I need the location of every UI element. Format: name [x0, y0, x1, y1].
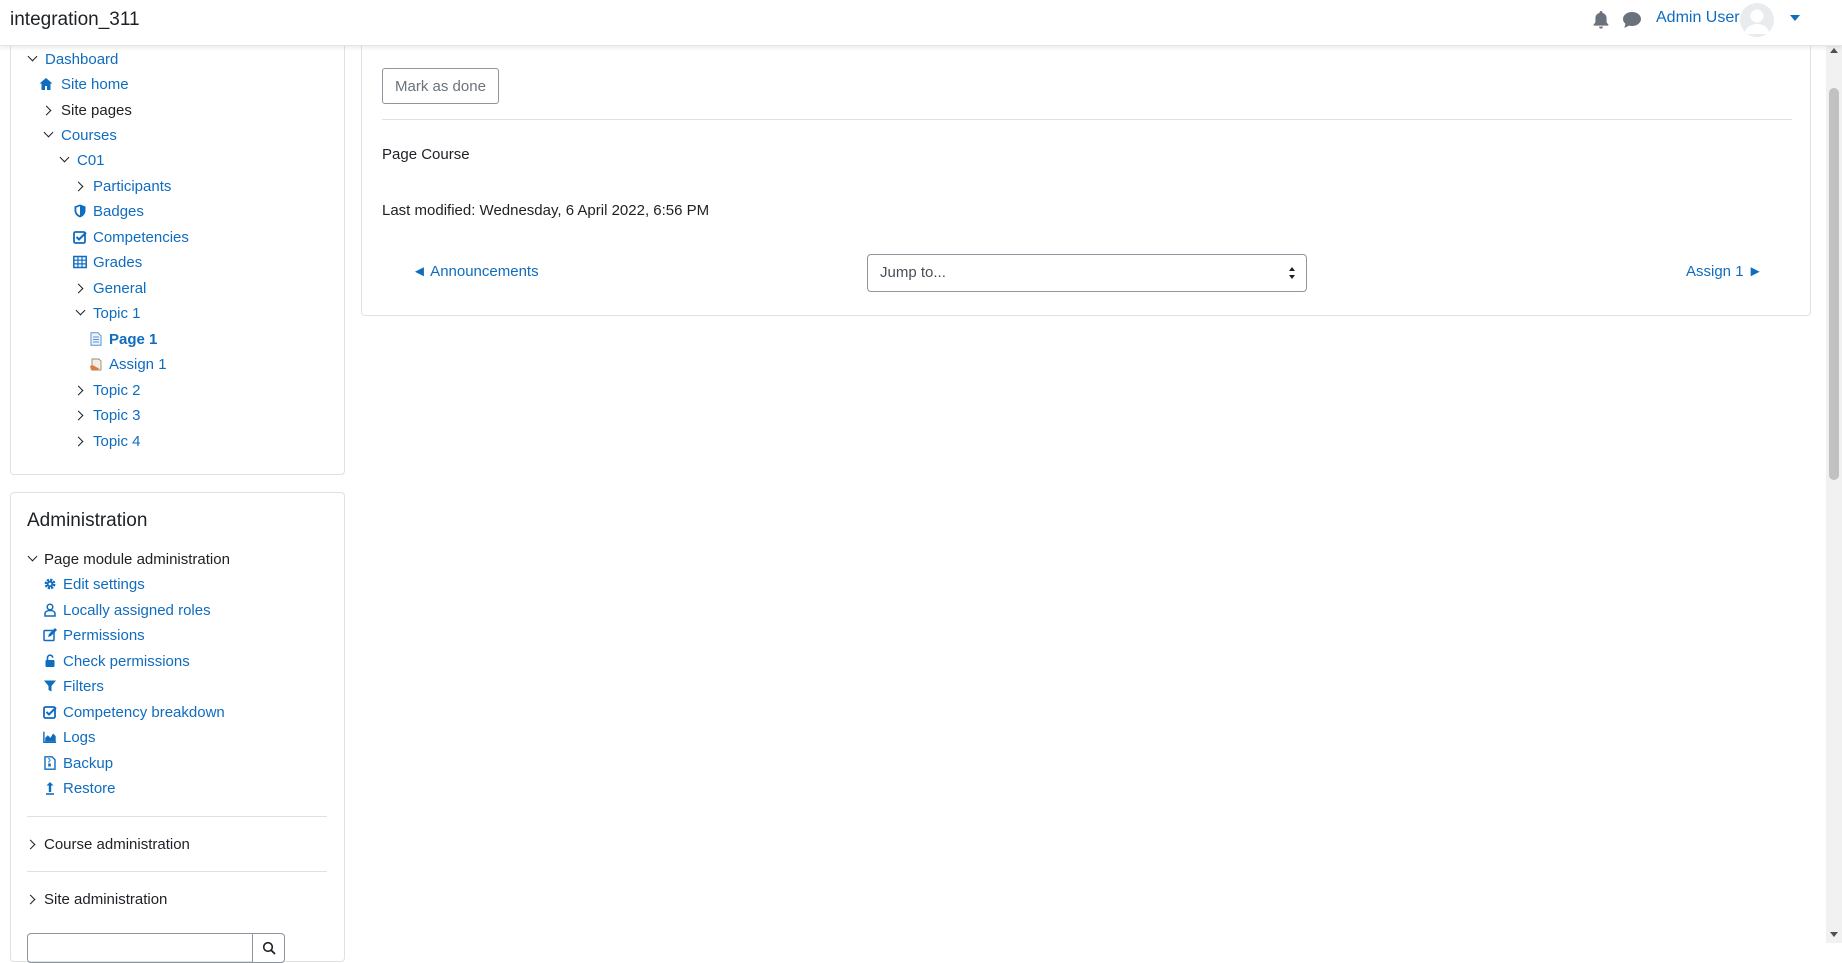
divider	[27, 816, 327, 817]
page-content-text: Page Course	[382, 146, 470, 163]
user-icon	[44, 603, 56, 617]
nav-item-label[interactable]: Courses	[61, 126, 117, 146]
admin-item-label[interactable]: Competency breakdown	[63, 703, 225, 723]
chevron-right-icon[interactable]	[25, 894, 36, 905]
chevron-right-icon[interactable]	[73, 385, 84, 396]
shield-icon	[74, 204, 86, 218]
admin-item-label[interactable]: Check permissions	[63, 652, 190, 672]
filter-icon	[44, 680, 56, 692]
admin-item-label[interactable]: Backup	[63, 754, 113, 774]
nav-item-label[interactable]: Assign 1	[109, 355, 167, 375]
avatar[interactable]	[1740, 3, 1774, 37]
bell-icon[interactable]	[1592, 10, 1610, 30]
upload-icon	[46, 782, 54, 795]
chat-icon[interactable]	[1622, 11, 1642, 29]
checkbox-icon	[73, 231, 87, 244]
scroll-up-arrow[interactable]	[1830, 48, 1838, 53]
scroll-down-arrow[interactable]	[1830, 932, 1838, 937]
chevron-right-icon[interactable]	[73, 283, 84, 294]
jump-to-select[interactable]: Jump to...	[867, 254, 1307, 292]
chevron-down-icon[interactable]	[27, 551, 38, 562]
page-icon	[90, 332, 102, 346]
admin-item-label[interactable]: Locally assigned roles	[63, 601, 211, 621]
mark-as-done-button[interactable]: Mark as done	[382, 68, 499, 104]
admin-item-label[interactable]: Restore	[63, 779, 116, 799]
admin-item-label[interactable]: Edit settings	[63, 575, 145, 595]
chevron-right-icon[interactable]	[25, 839, 36, 850]
chevron-right-icon[interactable]	[73, 181, 84, 192]
scroll-thumb[interactable]	[1829, 88, 1839, 480]
gear-icon	[44, 578, 56, 590]
top-navbar: integration_311 Admin User	[0, 0, 1842, 46]
chevron-right-icon[interactable]	[73, 436, 84, 447]
search-icon	[262, 941, 276, 955]
chevron-right-icon[interactable]	[41, 105, 52, 116]
default-user-icon	[1744, 9, 1770, 34]
chevron-down-icon[interactable]	[43, 127, 54, 138]
nav-item-label[interactable]: Grades	[93, 253, 142, 273]
file-zip-icon	[44, 756, 56, 770]
nav-item-label[interactable]: Topic 2	[93, 381, 141, 401]
chevron-down-icon[interactable]	[1790, 15, 1800, 21]
nav-item-label[interactable]: Dashboard	[45, 50, 118, 70]
next-activity-link[interactable]: Assign 1 ►	[1686, 263, 1763, 280]
nav-item-label[interactable]: Participants	[93, 177, 171, 197]
page-scrollbar[interactable]	[1826, 46, 1842, 943]
nav-item-label[interactable]: Topic 1	[93, 304, 141, 324]
nav-item-label[interactable]: Page 1	[109, 330, 157, 350]
main-content: g Mark as done Page Course Last modified…	[361, 6, 1811, 316]
admin-item-label[interactable]: Permissions	[63, 626, 145, 646]
admin-section-label[interactable]: Site administration	[44, 890, 167, 910]
admin-section-label[interactable]: Page module administration	[44, 550, 230, 570]
admin-search-input[interactable]	[27, 933, 253, 963]
search-button[interactable]	[252, 933, 285, 963]
navigation-block: Dashboard Site home Site pages Courses C…	[10, 30, 345, 475]
nav-item-label[interactable]: Badges	[93, 202, 144, 222]
nav-item-label[interactable]: Site pages	[61, 101, 132, 121]
user-menu-name[interactable]: Admin User	[1656, 9, 1740, 27]
edit-icon	[43, 628, 57, 642]
site-name[interactable]: integration_311	[10, 9, 140, 31]
chevron-down-icon[interactable]	[59, 152, 70, 163]
chevron-right-icon[interactable]	[73, 410, 84, 421]
admin-item-label[interactable]: Filters	[63, 677, 104, 697]
nav-item-label[interactable]: Site home	[61, 75, 129, 95]
unlock-icon	[45, 654, 55, 667]
administration-block: Administration Page module administratio…	[10, 492, 345, 963]
last-modified: Last modified: Wednesday, 6 April 2022, …	[382, 202, 710, 219]
table-icon	[73, 255, 87, 269]
select-arrows-icon	[1289, 267, 1295, 279]
nav-item-label[interactable]: Competencies	[93, 228, 189, 248]
jump-to-value: Jump to...	[880, 264, 946, 281]
chart-icon	[43, 731, 57, 743]
home-icon	[39, 78, 53, 90]
divider	[27, 871, 327, 872]
nav-item-label[interactable]: C01	[77, 151, 105, 171]
nav-item-label[interactable]: Topic 3	[93, 406, 141, 426]
previous-activity-link[interactable]: ◄ Announcements	[412, 263, 539, 280]
nav-item-label[interactable]: Topic 4	[93, 432, 141, 452]
nav-item-label[interactable]: General	[93, 279, 146, 299]
assignment-icon	[90, 358, 102, 371]
block-title: Administration	[27, 510, 148, 531]
chevron-down-icon[interactable]	[75, 305, 86, 316]
admin-search	[27, 933, 285, 963]
checkbox-icon	[43, 706, 57, 719]
admin-section-label[interactable]: Course administration	[44, 835, 190, 855]
divider	[382, 119, 1792, 120]
admin-item-label[interactable]: Logs	[63, 728, 96, 748]
chevron-down-icon[interactable]	[27, 51, 38, 62]
